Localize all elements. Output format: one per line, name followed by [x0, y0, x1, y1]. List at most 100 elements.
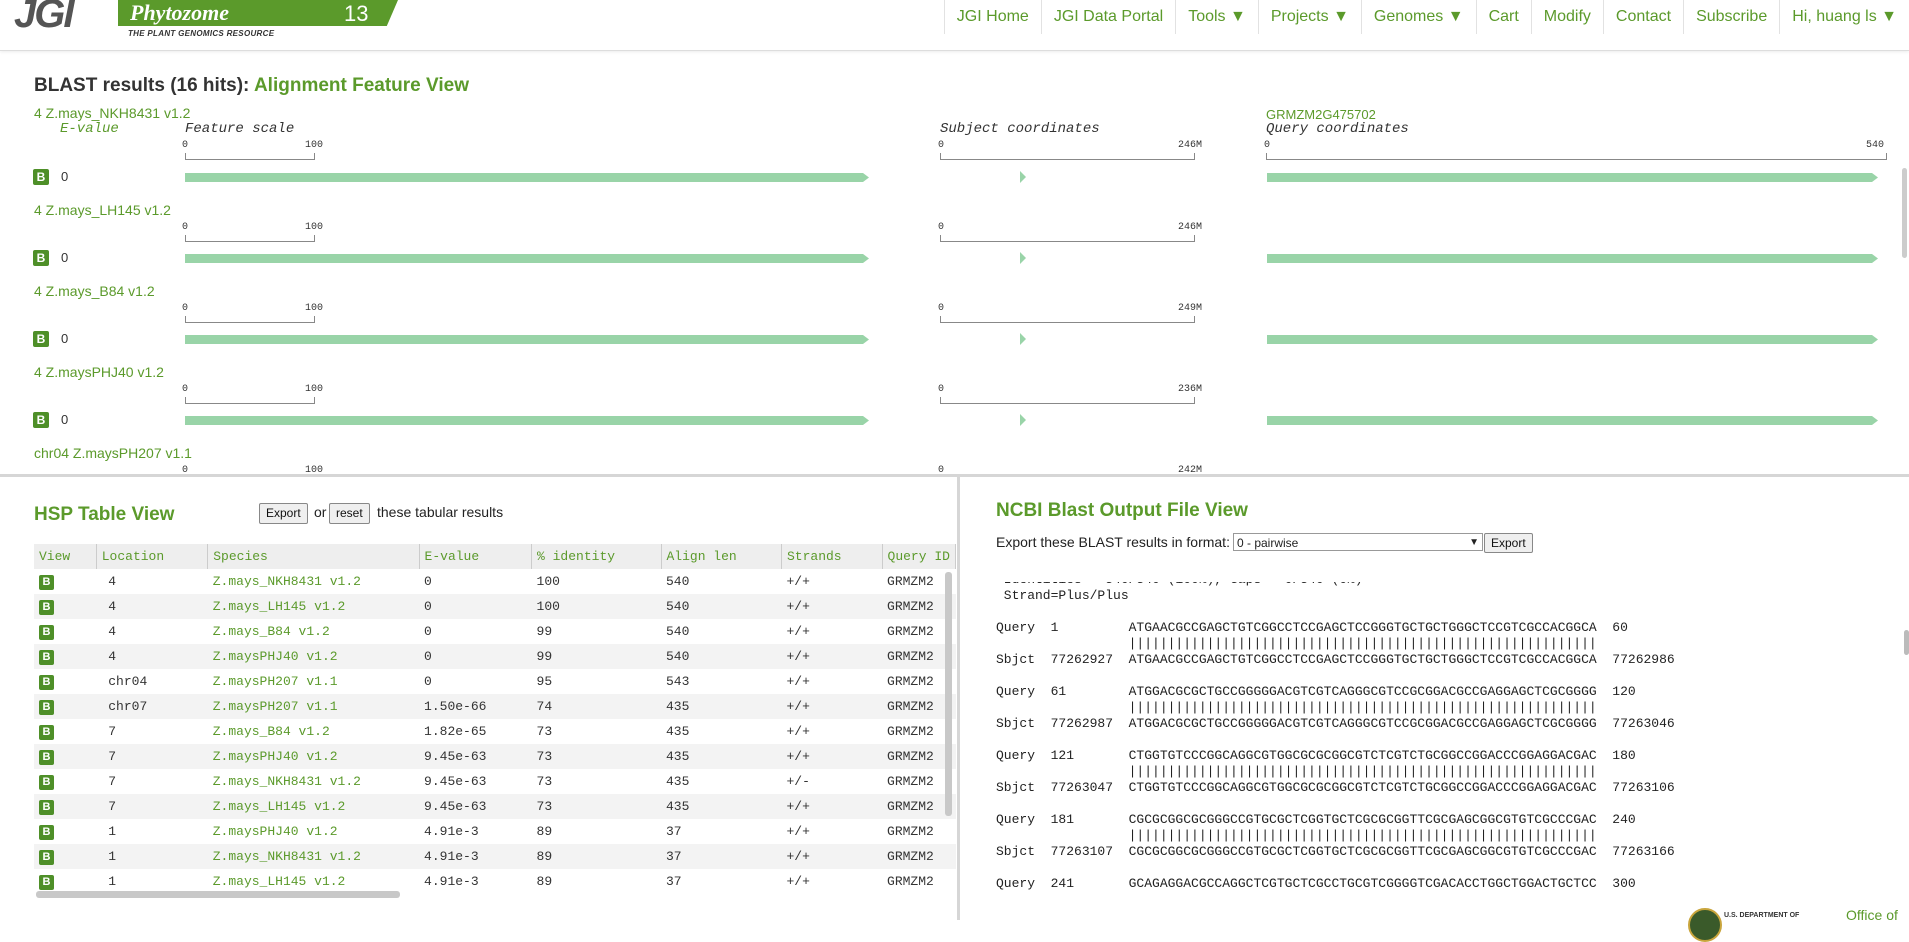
table-row[interactable]: B 7 Z.maysPHJ40 v1.2 9.45e-63 73 435 +/+ GRMZM2 — [34, 744, 956, 769]
blast-detail-button[interactable]: B — [33, 169, 49, 185]
query-bar[interactable] — [1267, 173, 1878, 182]
species-cell[interactable]: Z.maysPHJ40 v1.2 — [207, 644, 420, 669]
feature-bar[interactable] — [185, 173, 869, 182]
blast-detail-button[interactable]: B — [39, 649, 54, 665]
nav-genomes-menu[interactable]: Genomes ▼ — [1360, 0, 1476, 34]
species-cell[interactable]: Z.maysPHJ40 v1.2 — [208, 819, 419, 844]
hsp-horizontal-scrollbar[interactable] — [36, 891, 400, 898]
table-row[interactable]: B 4 Z.mays_NKH8431 v1.2 0 100 540 +/+ GRMZM2 — [34, 569, 956, 594]
query-bar[interactable] — [1267, 416, 1878, 425]
pane-divider-horizontal[interactable] — [0, 474, 1909, 477]
subject-hit-marker[interactable] — [1020, 414, 1026, 426]
species-cell[interactable]: Z.maysPHJ40 v1.2 — [207, 744, 420, 769]
format-select[interactable]: 0 - pairwise ▼ — [1233, 533, 1483, 551]
nav-tools-menu[interactable]: Tools ▼ — [1175, 0, 1258, 34]
feature-bar[interactable] — [185, 416, 869, 425]
table-row[interactable]: B 4 Z.maysPHJ40 v1.2 0 99 540 +/+ GRMZM2 — [34, 644, 956, 669]
blast-detail-button[interactable]: B — [33, 412, 49, 428]
feature-view-title: BLAST results (16 hits): Alignment Featu… — [34, 75, 469, 97]
table-row[interactable]: B 1 Z.maysPHJ40 v1.2 4.91e-3 89 37 +/+ GRMZM2 — [34, 819, 956, 844]
species-cell[interactable]: Z.mays_LH145 v1.2 — [207, 594, 420, 619]
species-cell[interactable]: Z.mays_B84 v1.2 — [208, 619, 419, 644]
species-cell[interactable]: Z.maysPH207 v1.1 — [208, 669, 419, 694]
feature-view-scrollbar[interactable] — [1902, 168, 1907, 258]
col-header-location[interactable]: Location — [96, 544, 209, 569]
blast-detail-button[interactable]: B — [33, 250, 49, 266]
species-cell[interactable]: Z.mays_NKH8431 v1.2 — [208, 769, 419, 794]
feature-bar[interactable] — [185, 335, 869, 344]
table-row[interactable]: B 4 Z.mays_B84 v1.2 0 99 540 +/+ GRMZM2 — [34, 619, 956, 644]
table-row[interactable]: B 1 Z.mays_NKH8431 v1.2 4.91e-3 89 37 +/+ GRMZM… — [34, 844, 956, 869]
scale-max-tick: 100 — [305, 384, 324, 395]
blast-detail-button[interactable]: B — [39, 624, 54, 640]
col-header-view[interactable]: View — [34, 544, 97, 569]
species-cell[interactable]: Z.mays_B84 v1.2 — [208, 719, 419, 744]
species-cell[interactable]: Z.mays_NKH8431 v1.2 — [208, 569, 419, 594]
export-table-button[interactable]: Export — [259, 503, 308, 524]
evalue: 0 — [61, 331, 69, 346]
blast-detail-button[interactable]: B — [39, 874, 54, 890]
ncbi-export-button[interactable]: Export — [1484, 533, 1533, 553]
jgi-logo[interactable]: JGI — [0, 0, 112, 38]
identity-cell: 89 — [531, 844, 661, 869]
blast-detail-button[interactable]: B — [39, 674, 54, 690]
nav-projects-menu[interactable]: Projects ▼ — [1257, 0, 1361, 34]
blast-detail-button[interactable]: B — [39, 824, 54, 840]
office-of-science-link[interactable]: Office of — [1846, 907, 1898, 923]
align-len-cell: 435 — [666, 724, 690, 739]
col-header-query-id[interactable]: Query ID — [882, 544, 956, 569]
subject-hit-marker[interactable] — [1020, 171, 1026, 183]
chevron-down-icon: ▼ — [1469, 537, 1479, 548]
table-row[interactable]: Bchr04 Z.maysPH207 v1.1 0 95 543 +/+ GRMZM2 — [34, 669, 956, 694]
query-coords-label: Query coordinates — [1266, 121, 1409, 137]
blast-detail-button[interactable]: B — [39, 574, 54, 590]
nav-subscribe[interactable]: Subscribe — [1683, 0, 1779, 34]
blast-detail-button[interactable]: B — [39, 724, 54, 740]
query-bar[interactable] — [1267, 335, 1878, 344]
species-cell[interactable]: Z.maysPH207 v1.1 — [207, 694, 420, 719]
alignment-line: Sbjct 77263047 CTGGTGTCCCGGCAGGCGTGGCGCG… — [996, 780, 1675, 795]
blast-detail-button[interactable]: B — [39, 774, 54, 790]
blast-detail-button[interactable]: B — [39, 699, 54, 715]
strands-cell: +/+ — [781, 694, 883, 719]
table-row[interactable]: Bchr07 Z.maysPH207 v1.1 1.50e-66 74 435 +/+ GR… — [34, 694, 956, 719]
nav-user-menu[interactable]: Hi, huang ls ▼ — [1779, 0, 1909, 34]
blast-detail-button[interactable]: B — [33, 331, 49, 347]
subject-hit-marker[interactable] — [1020, 333, 1026, 345]
align-len-cell: 540 — [661, 594, 782, 619]
query-bar[interactable] — [1267, 254, 1878, 263]
feature-bar[interactable] — [185, 254, 869, 263]
location-cell: 1 — [96, 844, 208, 869]
query-max-tick: 540 — [1866, 140, 1885, 151]
col-header-strands[interactable]: Strands — [781, 544, 883, 569]
reset-table-button[interactable]: reset — [329, 503, 370, 524]
table-row[interactable]: B 7 Z.mays_B84 v1.2 1.82e-65 73 435 +/+ GRMZM2 — [34, 719, 956, 744]
blast-detail-button[interactable]: B — [39, 849, 54, 865]
subject-min-tick: 0 — [938, 465, 945, 474]
nav-jgi-data-portal[interactable]: JGI Data Portal — [1040, 0, 1175, 34]
species-cell[interactable]: Z.mays_NKH8431 v1.2 — [207, 844, 420, 869]
nav-contact[interactable]: Contact — [1602, 0, 1683, 34]
blast-detail-button[interactable]: B — [39, 599, 54, 615]
table-row[interactable]: B 7 Z.mays_NKH8431 v1.2 9.45e-63 73 435 +/- GRM… — [34, 769, 956, 794]
table-row[interactable]: B 7 Z.mays_LH145 v1.2 9.45e-63 73 435 +/+ GRMZM… — [34, 794, 956, 819]
hsp-vertical-scrollbar[interactable] — [945, 572, 952, 816]
identity-cell: 73 — [531, 744, 661, 769]
pane-divider-vertical[interactable] — [957, 477, 960, 920]
col-header-species[interactable]: Species — [207, 544, 420, 569]
nav-jgi-home[interactable]: JGI Home — [943, 0, 1041, 34]
table-row[interactable]: B 4 Z.mays_LH145 v1.2 0 100 540 +/+ GRMZM2 — [34, 594, 956, 619]
nav-modify[interactable]: Modify — [1530, 0, 1603, 34]
blast-detail-button[interactable]: B — [39, 799, 54, 815]
species-cell[interactable]: Z.mays_LH145 v1.2 — [207, 794, 420, 819]
col-header-evalue[interactable]: E-value — [419, 544, 533, 569]
ncbi-scrollbar[interactable] — [1904, 630, 1909, 655]
col-header-align-len[interactable]: Align len — [661, 544, 782, 569]
align-len-cell: 435 — [661, 794, 782, 819]
subject-hit-marker[interactable] — [1020, 252, 1026, 264]
subject-ruler — [940, 397, 1195, 404]
nav-cart[interactable]: Cart — [1475, 0, 1531, 34]
phytozome-logo[interactable]: Phytozome 13 — [118, 0, 398, 26]
col-header-identity[interactable]: % identity — [531, 544, 662, 569]
blast-detail-button[interactable]: B — [39, 749, 54, 765]
